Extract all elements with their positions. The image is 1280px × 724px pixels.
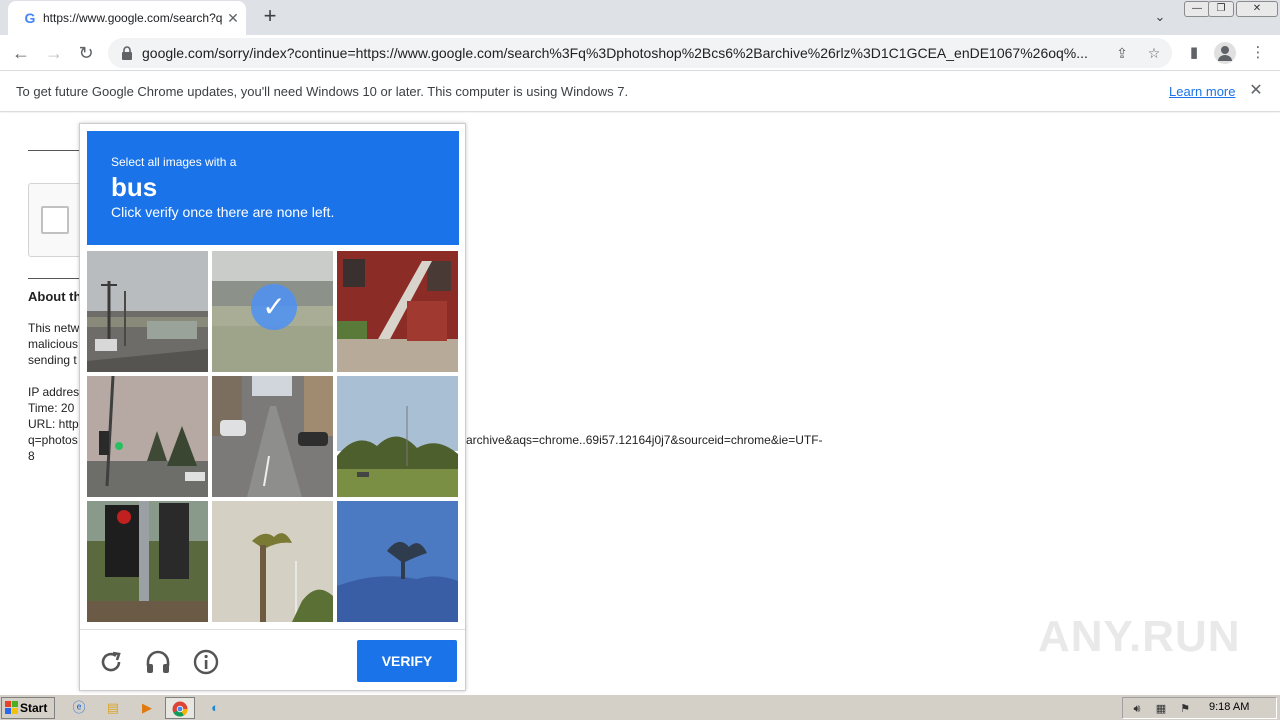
query-line-end: 8	[28, 449, 35, 463]
captcha-tile[interactable]	[87, 376, 208, 497]
reload-challenge-icon[interactable]	[97, 648, 125, 676]
tab-close-icon[interactable]: ✕	[224, 9, 242, 27]
anyrun-watermark-logo: ANY.RUN	[1038, 612, 1241, 661]
learn-more-link[interactable]: Learn more	[1169, 84, 1235, 99]
windows-logo-icon	[5, 701, 18, 714]
divider	[28, 150, 80, 151]
tile-image	[337, 501, 458, 622]
window-restore-button[interactable]: ❐	[1208, 1, 1234, 17]
captcha-tile[interactable]	[87, 251, 208, 372]
tile-image	[87, 501, 208, 622]
browser-toolbar: ← → ↻ google.com/sorry/index?continue=ht…	[0, 35, 1280, 71]
windows-taskbar: Start ⓔ ▤ ▶ ◐ 🔊︎ ▦ ⚑ 9:18 AM	[0, 694, 1280, 720]
body-line: sending t	[28, 353, 77, 367]
url-text[interactable]: google.com/sorry/index?continue=https://…	[142, 45, 1102, 61]
body-line: malicious	[28, 337, 79, 351]
tile-image	[87, 376, 208, 497]
tab-strip: G https://www.google.com/search?q= ✕ + ⌄…	[0, 0, 1280, 35]
chrome-logo-icon	[172, 701, 188, 717]
edge-browser-icon[interactable]: ◐	[200, 697, 230, 719]
browser-tab[interactable]: G https://www.google.com/search?q= ✕	[8, 1, 246, 35]
window-close-button[interactable]: ✕	[1236, 1, 1278, 17]
query-line: q=photos	[28, 433, 78, 447]
tab-title: https://www.google.com/search?q=	[43, 11, 223, 25]
url-line: URL: http	[28, 417, 79, 431]
profile-avatar-icon[interactable]	[1214, 42, 1236, 64]
info-icon[interactable]	[192, 648, 220, 676]
network-icon[interactable]: ▦	[1153, 701, 1169, 717]
tile-image	[212, 501, 333, 622]
captcha-image-grid: ✓	[87, 251, 459, 623]
tile-image	[212, 376, 333, 497]
selected-check-icon: ✓	[251, 284, 297, 330]
captcha-tile[interactable]	[87, 501, 208, 622]
person-icon	[1218, 46, 1232, 61]
forward-arrow-icon[interactable]: →	[40, 39, 68, 67]
captcha-tile-selected[interactable]: ✓	[212, 251, 333, 372]
tab-search-chevron-icon[interactable]: ⌄	[1150, 8, 1170, 26]
captcha-header: Select all images with a bus Click verif…	[87, 131, 459, 245]
back-arrow-icon[interactable]: ←	[7, 39, 35, 67]
start-button[interactable]: Start	[1, 697, 55, 719]
volume-icon[interactable]: 🔊︎	[1129, 701, 1145, 717]
side-panel-icon[interactable]: ▮	[1183, 42, 1205, 64]
infobar-message: To get future Google Chrome updates, you…	[16, 84, 629, 99]
menu-kebab-icon[interactable]: ⋮	[1247, 42, 1269, 64]
google-favicon-icon: G	[24, 10, 36, 26]
captcha-subinstruction: Click verify once there are none left.	[111, 204, 335, 220]
verify-button[interactable]: VERIFY	[357, 640, 457, 682]
url-continued: archive&aqs=chrome..69i57.12164j0j7&sour…	[466, 433, 823, 447]
ip-line: IP addres	[28, 385, 80, 399]
captcha-target: bus	[111, 172, 158, 202]
action-center-flag-icon[interactable]: ⚑	[1177, 701, 1193, 717]
system-tray: 🔊︎ ▦ ⚑ 9:18 AM	[1122, 697, 1277, 719]
captcha-tile[interactable]	[337, 501, 458, 622]
new-tab-button[interactable]: +	[258, 4, 282, 28]
share-icon[interactable]: ⇪	[1112, 44, 1132, 62]
file-explorer-folder-icon[interactable]: ▤	[98, 697, 128, 719]
bookmark-star-icon[interactable]: ☆	[1144, 44, 1164, 62]
update-infobar: To get future Google Chrome updates, you…	[0, 72, 1280, 112]
internet-explorer-icon[interactable]: ⓔ	[64, 697, 94, 719]
start-label: Start	[20, 701, 48, 715]
chrome-taskbar-icon[interactable]	[165, 697, 195, 719]
lock-icon	[122, 46, 132, 60]
body-line: This netw	[28, 321, 80, 335]
recaptcha-checkbox[interactable]	[41, 206, 69, 234]
captcha-instruction: Select all images with a	[111, 155, 237, 169]
captcha-tile[interactable]	[337, 251, 458, 372]
captcha-tile[interactable]	[337, 376, 458, 497]
window-minimize-button[interactable]: —	[1184, 1, 1210, 17]
captcha-footer: VERIFY	[80, 629, 465, 691]
clock[interactable]: 9:18 AM	[1209, 701, 1249, 713]
tile-image	[337, 376, 458, 497]
media-player-icon[interactable]: ▶	[132, 697, 162, 719]
audio-challenge-headphones-icon[interactable]	[144, 648, 172, 676]
captcha-tile[interactable]	[212, 376, 333, 497]
time-line: Time: 20	[28, 401, 75, 415]
address-bar[interactable]: google.com/sorry/index?continue=https://…	[108, 38, 1172, 68]
captcha-challenge: Select all images with a bus Click verif…	[79, 123, 466, 691]
tile-image	[337, 251, 458, 372]
reload-icon[interactable]: ↻	[72, 39, 100, 67]
about-heading: About th	[28, 289, 82, 304]
infobar-close-icon[interactable]: ✕	[1247, 82, 1265, 100]
divider	[28, 278, 80, 279]
captcha-tile[interactable]	[212, 501, 333, 622]
tile-image	[87, 251, 208, 372]
